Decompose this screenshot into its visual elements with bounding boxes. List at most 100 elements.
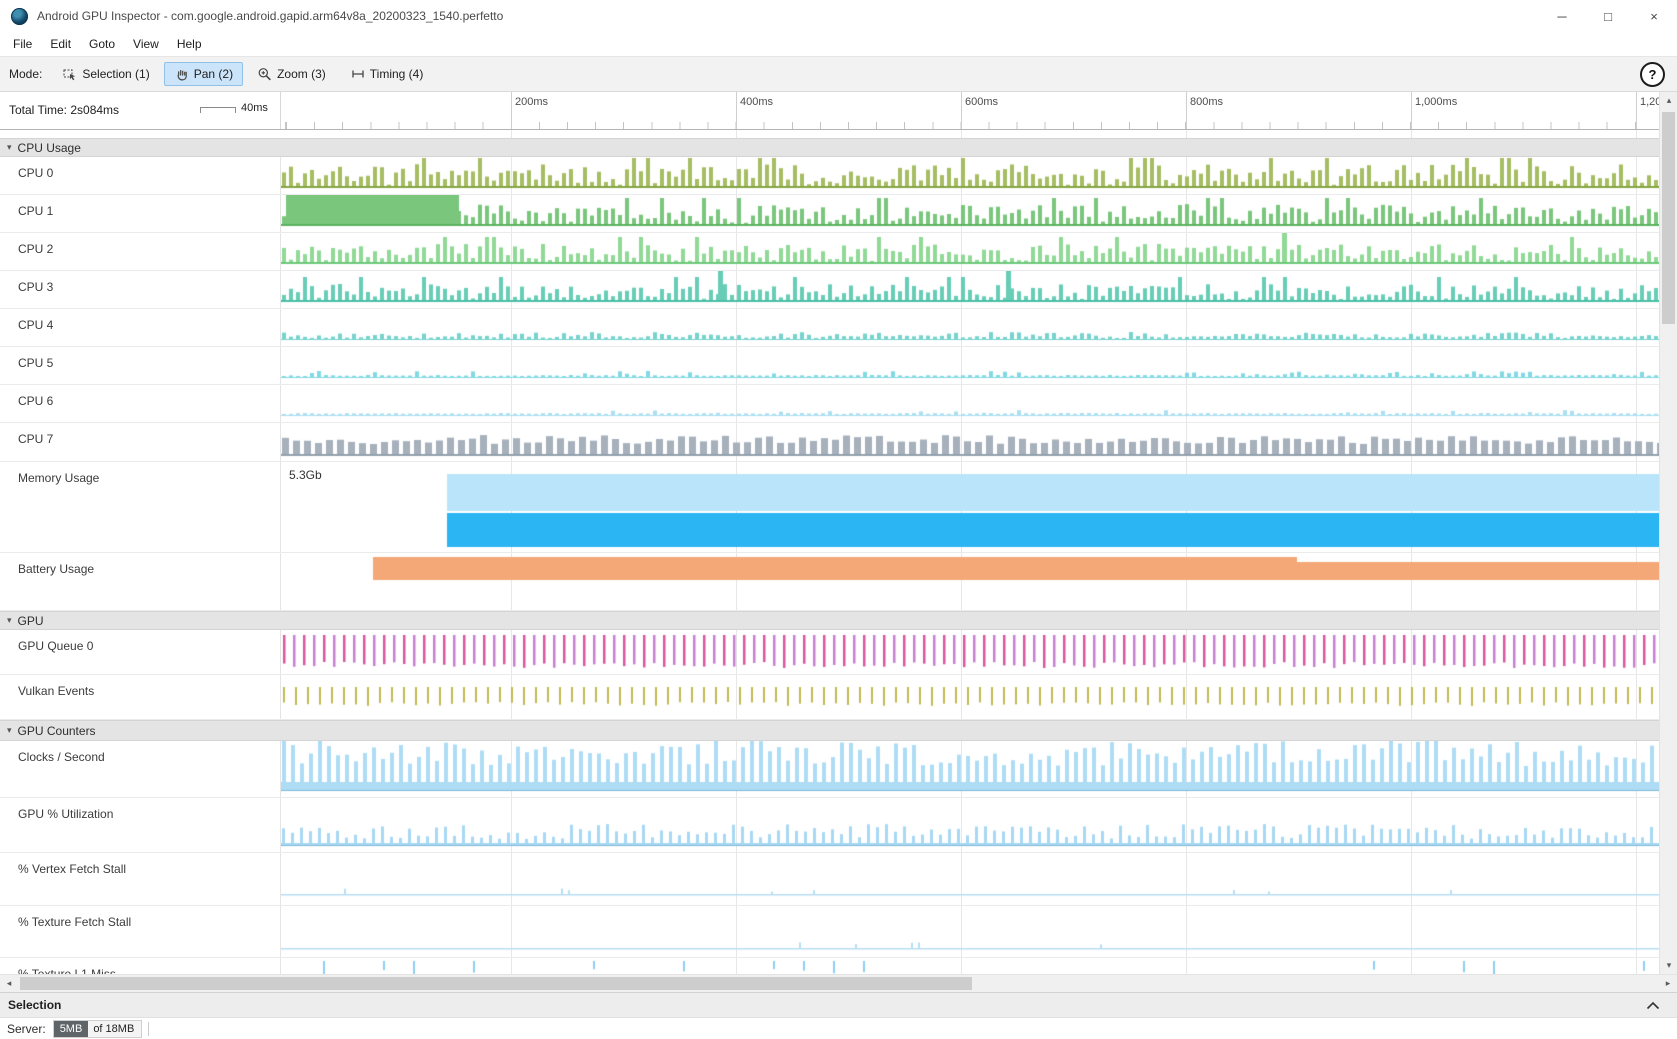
group-row-gpu[interactable]: ▾GPU: [0, 611, 1659, 630]
ruler-major-tick: [1411, 92, 1412, 129]
pan-mode-button[interactable]: Pan (2): [164, 62, 243, 86]
ruler-major-tick: [1636, 92, 1637, 129]
ruler-label-400ms: 400ms: [740, 96, 773, 108]
track-label-gpu-queue-0: GPU Queue 0: [0, 630, 281, 674]
scroll-down-arrow-icon[interactable]: ▾: [1660, 957, 1677, 974]
cpu-1-chart[interactable]: [281, 195, 1659, 232]
expand-selection-button[interactable]: [1644, 999, 1662, 1012]
ruler-label-800ms: 800ms: [1190, 96, 1223, 108]
track-label-cpu-0: CPU 0: [0, 157, 281, 194]
zoom-mode-button-label: Zoom (3): [277, 67, 326, 81]
ruler-major-tick: [961, 92, 962, 129]
selection-mode-button[interactable]: Selection (1): [52, 62, 159, 86]
track-row-cpu-1: CPU 1: [0, 195, 1659, 233]
pan-mode-button-label: Pan (2): [194, 67, 233, 81]
menu-item-edit[interactable]: Edit: [41, 34, 80, 54]
track-row-battery-usage: Battery Usage: [0, 553, 1659, 611]
timing-mode-button[interactable]: Timing (4): [340, 62, 434, 86]
vulkan-events-chart[interactable]: [281, 675, 1659, 719]
ruler-label-1-200ms: 1,200ms: [1640, 96, 1659, 108]
mode-label: Mode:: [9, 67, 42, 81]
battery-usage-chart[interactable]: [281, 553, 1659, 610]
track-label-texture-l1-miss: % Texture L1 Miss: [0, 958, 281, 974]
track-row-cpu-2: CPU 2: [0, 233, 1659, 271]
cpu-0-chart[interactable]: [281, 157, 1659, 194]
track-row-cpu-6: CPU 6: [0, 385, 1659, 423]
group-label-cpu-usage: CPU Usage: [18, 141, 81, 155]
selection-panel-title: Selection: [8, 998, 61, 1012]
track-row-texture-l1-miss: % Texture L1 Miss: [0, 958, 1659, 974]
close-button[interactable]: ×: [1631, 0, 1677, 32]
track-row-cpu-4: CPU 4: [0, 309, 1659, 347]
window-controls: ─ □ ×: [1539, 0, 1677, 32]
menu-item-file[interactable]: File: [4, 34, 41, 54]
ruler-major-tick: [1186, 92, 1187, 129]
cpu-7-chart[interactable]: [281, 423, 1659, 461]
track-label-memory-usage: Memory Usage: [0, 462, 281, 552]
scale-bracket-icon: [200, 107, 236, 113]
ruler-label-200ms: 200ms: [515, 96, 548, 108]
gpu-utilization-chart[interactable]: [281, 798, 1659, 852]
server-memory-badge: 5MB of 18MB: [53, 1020, 143, 1038]
status-bar: Server: 5MB of 18MB: [0, 1017, 1677, 1039]
menu-item-view[interactable]: View: [124, 34, 168, 54]
scroll-left-arrow-icon[interactable]: ◂: [0, 975, 18, 992]
track-label-texture-fetch-stall: % Texture Fetch Stall: [0, 906, 281, 957]
tracks-viewport[interactable]: ▾CPU UsageCPU 0CPU 1CPU 2CPU 3CPU 4CPU 5…: [0, 130, 1659, 974]
group-row-cpu-usage[interactable]: ▾ CPU Usage: [0, 138, 1659, 157]
scale-label: 40ms: [241, 102, 268, 114]
cpu-3-chart[interactable]: [281, 271, 1659, 308]
toolbar: Mode: Selection (1) Pan (2) Zoom (3) Timing…: [0, 56, 1677, 92]
track-label-gpu-utilization: GPU % Utilization: [0, 798, 281, 852]
cpu-6-chart[interactable]: [281, 385, 1659, 422]
timeline-ruler[interactable]: 200ms400ms600ms800ms1,000ms1,200ms: [281, 92, 1659, 129]
toolbar-buttons: Selection (1) Pan (2) Zoom (3) Timing (4): [52, 62, 437, 86]
texture-l1-miss-chart[interactable]: [281, 958, 1659, 974]
track-row-cpu-7: CPU 7: [0, 423, 1659, 462]
minimize-button[interactable]: ─: [1539, 0, 1585, 32]
clocks-second-chart[interactable]: [281, 741, 1659, 797]
memory-usage-chart[interactable]: [281, 462, 1659, 552]
track-label-cpu-4: CPU 4: [0, 309, 281, 346]
group-row-gpu-counters[interactable]: ▾ GPU Counters: [0, 720, 1659, 741]
menu-bar: FileEditGotoViewHelp: [0, 32, 1677, 56]
help-button[interactable]: ?: [1640, 62, 1665, 87]
track-label-cpu-1: CPU 1: [0, 195, 281, 232]
track-row-gpu-utilization: GPU % Utilization: [0, 798, 1659, 853]
track-row-vulkan-events: Vulkan Events: [0, 675, 1659, 720]
collapse-triangle-icon: ▾: [7, 725, 12, 736]
scroll-right-arrow-icon[interactable]: ▸: [1659, 975, 1677, 992]
server-label: Server:: [7, 1022, 46, 1036]
texture-fetch-stall-chart[interactable]: [281, 906, 1659, 957]
status-separator: [148, 1022, 149, 1036]
track-row-memory-usage: Memory Usage 5.3Gb: [0, 462, 1659, 553]
track-row-texture-fetch-stall: % Texture Fetch Stall: [0, 906, 1659, 958]
group-label-gpu-counters: GPU Counters: [18, 724, 96, 738]
selection-icon: [62, 67, 77, 81]
server-memory-total: of 18MB: [88, 1021, 141, 1037]
cpu-4-chart[interactable]: [281, 309, 1659, 346]
selection-mode-button-label: Selection (1): [82, 67, 149, 81]
menu-item-goto[interactable]: Goto: [80, 34, 124, 54]
scroll-up-arrow-icon[interactable]: ▴: [1660, 92, 1677, 109]
horizontal-scrollbar[interactable]: ◂ ▸: [0, 974, 1677, 992]
timing-mode-button-label: Timing (4): [370, 67, 424, 81]
vertex-fetch-stall-chart[interactable]: [281, 853, 1659, 905]
menu-item-help[interactable]: Help: [168, 34, 211, 54]
track-row-cpu-5: CPU 5: [0, 347, 1659, 385]
maximize-button[interactable]: □: [1585, 0, 1631, 32]
cpu-2-chart[interactable]: [281, 233, 1659, 270]
track-row-clocks-second: Clocks / Second: [0, 741, 1659, 798]
zoom-mode-button[interactable]: Zoom (3): [247, 62, 336, 86]
window-title: Android GPU Inspector - com.google.andro…: [37, 9, 503, 23]
vertical-scrollbar[interactable]: ▴ ▾: [1659, 92, 1677, 974]
collapse-triangle-icon: ▾: [7, 142, 12, 153]
gpu-queue-0-chart[interactable]: [281, 630, 1659, 674]
ruler-left-panel: Total Time: 2s084ms 40ms: [0, 92, 281, 129]
cpu-5-chart[interactable]: [281, 347, 1659, 384]
selection-panel-header[interactable]: Selection: [0, 992, 1677, 1017]
pan-icon: [174, 67, 189, 81]
memory-value-label: 5.3Gb: [287, 468, 324, 482]
vertical-scrollbar-thumb[interactable]: [1662, 112, 1675, 324]
horizontal-scrollbar-thumb[interactable]: [20, 977, 972, 990]
